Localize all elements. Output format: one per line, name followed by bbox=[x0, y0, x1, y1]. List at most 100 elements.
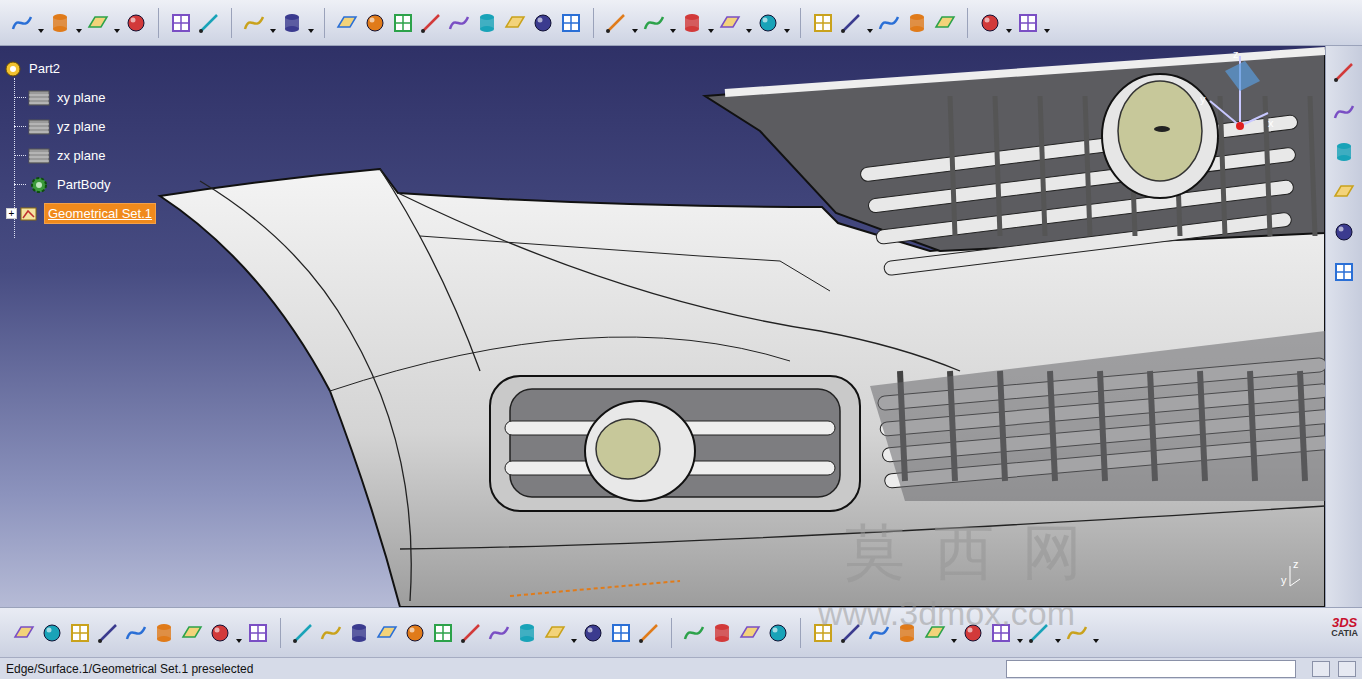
tool-icon[interactable] bbox=[403, 621, 427, 645]
tool-icon[interactable] bbox=[559, 11, 583, 35]
tree-item[interactable]: PartBody bbox=[4, 170, 156, 199]
tree-item-label[interactable]: PartBody bbox=[54, 175, 113, 194]
dropdown-arrow-icon[interactable] bbox=[784, 11, 790, 35]
tool-icon[interactable] bbox=[86, 11, 110, 35]
dropdown-arrow-icon[interactable] bbox=[571, 621, 577, 645]
3d-viewport[interactable]: Part2xy planeyz planezx planePartBody+Ge… bbox=[0, 46, 1325, 607]
tool-icon[interactable] bbox=[363, 11, 387, 35]
plane-icon[interactable] bbox=[28, 117, 50, 137]
tool-icon[interactable] bbox=[933, 11, 957, 35]
tool-icon[interactable] bbox=[335, 11, 359, 35]
part-gear-icon[interactable] bbox=[4, 60, 22, 78]
tool-icon[interactable] bbox=[839, 621, 863, 645]
tree-item-label[interactable]: Geometrical Set.1 bbox=[44, 203, 156, 224]
tool-icon[interactable] bbox=[124, 621, 148, 645]
tool-icon[interactable] bbox=[609, 621, 633, 645]
tool-icon[interactable] bbox=[923, 621, 947, 645]
tool-icon[interactable] bbox=[208, 621, 232, 645]
tool-icon[interactable] bbox=[475, 11, 499, 35]
tool-icon[interactable] bbox=[1027, 621, 1051, 645]
tool-icon[interactable] bbox=[978, 11, 1002, 35]
dropdown-arrow-icon[interactable] bbox=[38, 11, 44, 35]
tool-icon[interactable] bbox=[710, 621, 734, 645]
tool-icon[interactable] bbox=[961, 621, 985, 645]
tool-icon[interactable] bbox=[197, 11, 221, 35]
body-gear-icon[interactable] bbox=[28, 175, 50, 195]
tool-icon[interactable] bbox=[180, 621, 204, 645]
tree-item-label[interactable]: yz plane bbox=[54, 117, 108, 136]
plane-icon[interactable] bbox=[28, 88, 50, 108]
maximize-button[interactable] bbox=[1338, 661, 1356, 677]
tree-item[interactable]: xy plane bbox=[4, 83, 156, 112]
tool-icon[interactable] bbox=[905, 11, 929, 35]
tree-item[interactable]: + Geometrical Set.1 bbox=[4, 199, 156, 228]
tool-icon[interactable] bbox=[280, 11, 304, 35]
tool-icon[interactable] bbox=[487, 621, 511, 645]
tool-icon[interactable] bbox=[637, 621, 661, 645]
tool-icon[interactable] bbox=[10, 11, 34, 35]
tool-icon[interactable] bbox=[680, 11, 704, 35]
tool-icon[interactable] bbox=[1332, 100, 1356, 124]
bumper-model-icon[interactable] bbox=[0, 46, 1325, 607]
tool-icon[interactable] bbox=[718, 11, 742, 35]
tool-icon[interactable] bbox=[503, 11, 527, 35]
tool-icon[interactable] bbox=[877, 11, 901, 35]
dropdown-arrow-icon[interactable] bbox=[1055, 621, 1061, 645]
tool-icon[interactable] bbox=[1332, 140, 1356, 164]
tool-icon[interactable] bbox=[459, 621, 483, 645]
tool-icon[interactable] bbox=[40, 621, 64, 645]
dropdown-arrow-icon[interactable] bbox=[746, 11, 752, 35]
tool-icon[interactable] bbox=[246, 621, 270, 645]
dropdown-arrow-icon[interactable] bbox=[114, 11, 120, 35]
tool-icon[interactable] bbox=[756, 11, 780, 35]
tool-icon[interactable] bbox=[447, 11, 471, 35]
dropdown-arrow-icon[interactable] bbox=[632, 11, 638, 35]
tool-icon[interactable] bbox=[375, 621, 399, 645]
dropdown-arrow-icon[interactable] bbox=[308, 11, 314, 35]
tool-icon[interactable] bbox=[531, 11, 555, 35]
tool-icon[interactable] bbox=[604, 11, 628, 35]
tool-icon[interactable] bbox=[48, 11, 72, 35]
tool-icon[interactable] bbox=[169, 11, 193, 35]
tool-icon[interactable] bbox=[867, 621, 891, 645]
tree-item-label[interactable]: zx plane bbox=[54, 146, 108, 165]
tool-icon[interactable] bbox=[766, 621, 790, 645]
tool-icon[interactable] bbox=[68, 621, 92, 645]
tree-item[interactable]: yz plane bbox=[4, 112, 156, 141]
tool-icon[interactable] bbox=[989, 621, 1013, 645]
tool-icon[interactable] bbox=[682, 621, 706, 645]
dropdown-arrow-icon[interactable] bbox=[1093, 621, 1099, 645]
dropdown-arrow-icon[interactable] bbox=[867, 11, 873, 35]
tool-icon[interactable] bbox=[1332, 180, 1356, 204]
tool-icon[interactable] bbox=[581, 621, 605, 645]
tool-icon[interactable] bbox=[1332, 220, 1356, 244]
tool-icon[interactable] bbox=[431, 621, 455, 645]
plane-icon[interactable] bbox=[28, 146, 50, 166]
dropdown-arrow-icon[interactable] bbox=[1006, 11, 1012, 35]
tool-icon[interactable] bbox=[1332, 60, 1356, 84]
tool-icon[interactable] bbox=[96, 621, 120, 645]
tool-icon[interactable] bbox=[319, 621, 343, 645]
tool-icon[interactable] bbox=[515, 621, 539, 645]
tree-item-label[interactable]: xy plane bbox=[54, 88, 108, 107]
tree-expander[interactable]: + bbox=[6, 208, 17, 219]
dropdown-arrow-icon[interactable] bbox=[1044, 11, 1050, 35]
dropdown-arrow-icon[interactable] bbox=[76, 11, 82, 35]
dropdown-arrow-icon[interactable] bbox=[270, 11, 276, 35]
tool-icon[interactable] bbox=[152, 621, 176, 645]
tool-icon[interactable] bbox=[124, 11, 148, 35]
dropdown-arrow-icon[interactable] bbox=[670, 11, 676, 35]
tool-icon[interactable] bbox=[242, 11, 266, 35]
tool-icon[interactable] bbox=[1065, 621, 1089, 645]
tool-icon[interactable] bbox=[642, 11, 666, 35]
tool-icon[interactable] bbox=[738, 621, 762, 645]
tool-icon[interactable] bbox=[839, 11, 863, 35]
tool-icon[interactable] bbox=[811, 621, 835, 645]
tool-icon[interactable] bbox=[291, 621, 315, 645]
dropdown-arrow-icon[interactable] bbox=[708, 11, 714, 35]
dropdown-arrow-icon[interactable] bbox=[951, 621, 957, 645]
tool-icon[interactable] bbox=[12, 621, 36, 645]
tool-icon[interactable] bbox=[391, 11, 415, 35]
tool-icon[interactable] bbox=[419, 11, 443, 35]
tool-icon[interactable] bbox=[347, 621, 371, 645]
